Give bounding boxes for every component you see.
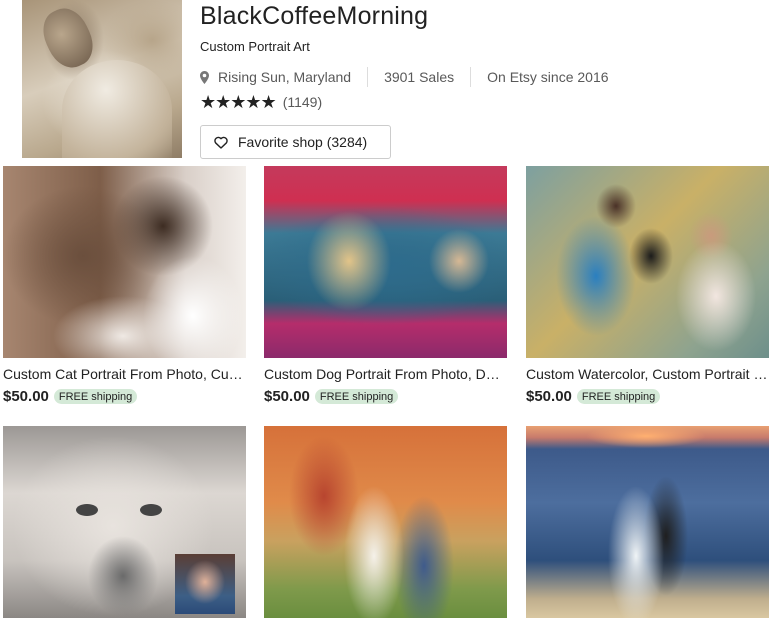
price-row: $50.00 FREE shipping [526, 388, 661, 405]
map-pin-icon [200, 70, 209, 84]
sales-count: 3901 Sales [384, 69, 455, 85]
divider [367, 67, 369, 87]
etsy-since: On Etsy since 2016 [487, 69, 609, 85]
listing-price: $50.00 [526, 388, 572, 405]
avatar-shoulder [62, 60, 172, 158]
reference-photo-inset [175, 554, 235, 614]
portrait-eye [76, 504, 98, 516]
shop-location: Rising Sun, Maryland [200, 69, 351, 85]
listing-image[interactable] [264, 166, 507, 358]
location-text: Rising Sun, Maryland [218, 69, 352, 85]
listing-card[interactable]: Custom Watercolor, Custom Portrait Paint… [526, 166, 769, 405]
listing-image[interactable] [3, 166, 246, 358]
listing-card[interactable] [3, 426, 246, 618]
listing-card[interactable] [526, 426, 769, 618]
listing-card[interactable] [264, 426, 507, 618]
rating-count[interactable]: (1149) [283, 94, 322, 110]
listing-image[interactable] [526, 426, 769, 618]
favorite-shop-button[interactable]: Favorite shop (3284) [200, 125, 391, 159]
favorite-shop-label: Favorite shop (3284) [238, 134, 368, 150]
shop-tagline: Custom Portrait Art [200, 39, 310, 54]
listing-price: $50.00 [3, 388, 49, 405]
avatar-face [35, 1, 101, 75]
listing-image[interactable] [264, 426, 507, 618]
listing-image[interactable] [526, 166, 769, 358]
price-row: $50.00 FREE shipping [3, 388, 138, 405]
listing-image[interactable] [3, 426, 246, 618]
listing-title[interactable]: Custom Cat Portrait From Photo, Custom C… [3, 366, 246, 382]
shop-avatar[interactable] [22, 0, 182, 158]
listing-title[interactable]: Custom Dog Portrait From Photo, Dog Pain… [264, 366, 507, 382]
free-shipping-badge: FREE shipping [314, 389, 399, 404]
shop-rating[interactable]: ★★★★★ (1149) [200, 93, 322, 111]
portrait-eye [140, 504, 162, 516]
price-row: $50.00 FREE shipping [264, 388, 399, 405]
heart-outline-icon [214, 136, 228, 149]
shop-meta: Rising Sun, Maryland 3901 Sales On Etsy … [200, 67, 609, 87]
listing-card[interactable]: Custom Dog Portrait From Photo, Dog Pain… [264, 166, 507, 405]
shop-name[interactable]: BlackCoffeeMorning [200, 2, 428, 31]
divider [470, 67, 472, 87]
listing-title[interactable]: Custom Watercolor, Custom Portrait Paint… [526, 366, 769, 382]
star-icon: ★★★★★ [200, 92, 277, 112]
listing-card[interactable]: Custom Cat Portrait From Photo, Custom C… [3, 166, 246, 405]
listing-price: $50.00 [264, 388, 310, 405]
free-shipping-badge: FREE shipping [576, 389, 661, 404]
free-shipping-badge: FREE shipping [53, 389, 138, 404]
